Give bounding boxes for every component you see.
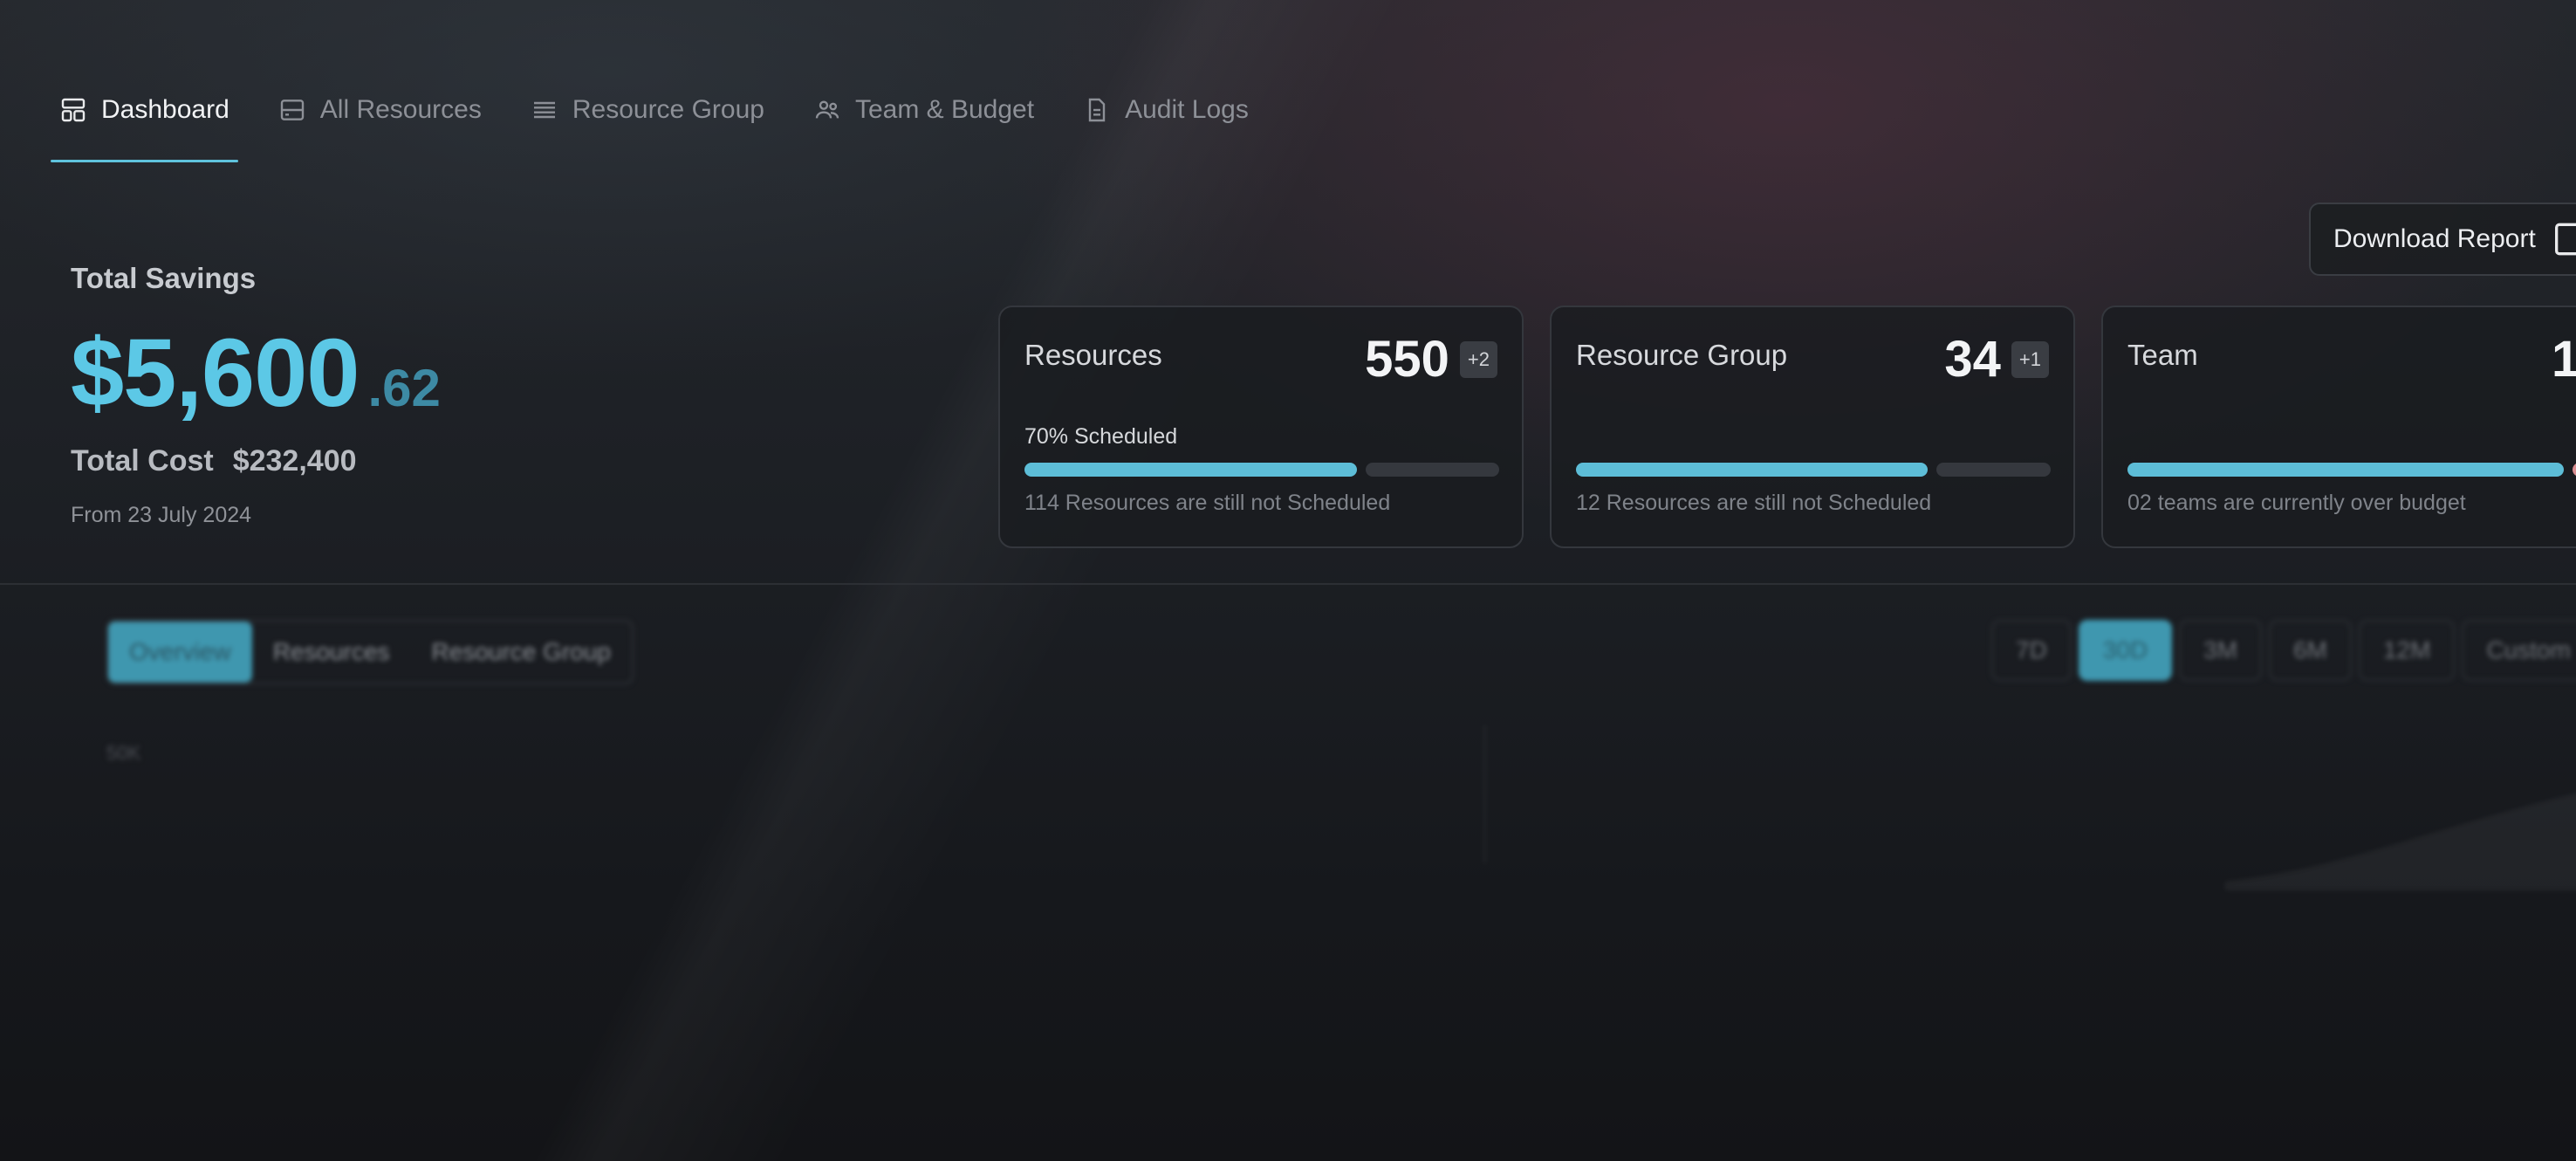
card-value: 1	[2552, 331, 2576, 388]
nav-tab-audit-logs[interactable]: Audit Logs	[1074, 75, 1257, 145]
card-value-group: 1	[2552, 330, 2576, 388]
chart-axis-label: 50K	[106, 742, 141, 764]
card-note: 02 teams are currently over budget	[2127, 491, 2466, 515]
team-card[interactable]: Team 1 02 teams are currently over budge…	[2101, 306, 2576, 548]
resources-card[interactable]: Resources 550 +2 70% Scheduled 114 Resou…	[998, 306, 1524, 548]
nav-tab-dashboard[interactable]: Dashboard	[51, 75, 238, 162]
list-icon	[533, 101, 555, 119]
card-value-group: 34 +1	[1944, 330, 2049, 388]
card-change-badge: +1	[2011, 340, 2049, 378]
card-title: Team	[2127, 339, 2198, 371]
total-savings-integer: $5,600	[71, 319, 360, 427]
resource-group-card[interactable]: Resource Group 34 +1 12 Resources are st…	[1550, 306, 2075, 548]
card-note: 114 Resources are still not Scheduled	[1024, 491, 1391, 515]
card-value: 34	[1944, 331, 2001, 388]
range-30d[interactable]: 30D	[2078, 620, 2173, 681]
date-range-label: From 23 July 2024	[71, 503, 252, 527]
users-icon	[815, 100, 839, 119]
chart-cursor-line	[1483, 725, 1486, 864]
nav-tab-team-budget[interactable]: Team & Budget	[805, 75, 1043, 145]
nav-tab-label: Resource Group	[572, 95, 764, 124]
progress-bar-track	[1366, 463, 1499, 477]
progress-bar	[1024, 463, 1499, 477]
card-change-badge: +2	[1459, 340, 1497, 378]
progress-bar	[1576, 463, 2051, 477]
card-title: Resource Group	[1576, 339, 1788, 371]
tab-resource-group[interactable]: Resource Group	[411, 622, 632, 683]
range-7d[interactable]: 7D	[1991, 620, 2072, 681]
range-6m[interactable]: 6M	[2269, 620, 2352, 681]
total-cost-row: Total Cost $232,400	[71, 444, 441, 478]
range-custom[interactable]: Custom	[2462, 620, 2576, 681]
document-icon	[2554, 223, 2576, 256]
dashboard-icon	[61, 98, 86, 122]
card-value: 550	[1365, 331, 1449, 388]
savings-summary: Total Savings $5,600 .62 Total Cost $232…	[71, 262, 441, 528]
nav-tab-resource-group[interactable]: Resource Group	[522, 75, 773, 145]
nav-tab-label: All Resources	[319, 95, 482, 124]
tab-resources[interactable]: Resources	[252, 622, 411, 683]
progress-bar	[2127, 463, 2576, 477]
view-tabs: Overview Resources Resource Group	[106, 620, 634, 684]
progress-bar-fill	[2127, 463, 2564, 477]
chart-area-curve	[2225, 793, 2576, 890]
section-divider	[0, 583, 2576, 585]
top-nav: Dashboard All Resources Resource Group T…	[51, 75, 1289, 162]
range-12m[interactable]: 12M	[2358, 620, 2456, 681]
card-value-group: 550 +2	[1365, 330, 1497, 388]
time-range-selector: 7D 30D 3M 6M 12M Custom	[1991, 620, 2576, 681]
tab-overview[interactable]: Overview	[108, 622, 252, 683]
card-subtitle: 70% Scheduled	[1024, 424, 1178, 449]
file-icon	[1088, 98, 1106, 122]
total-savings-label: Total Savings	[71, 262, 257, 294]
total-cost-label: Total Cost	[71, 444, 214, 477]
download-report-label: Download Report	[2333, 224, 2536, 253]
nav-tab-label: Audit Logs	[1125, 95, 1249, 124]
nav-tab-label: Dashboard	[101, 95, 230, 124]
total-savings-amount: $5,600 .62	[71, 318, 441, 429]
nav-tab-label: Team & Budget	[854, 95, 1035, 124]
total-cost-value: $232,400	[232, 444, 357, 477]
over-budget-bar	[2573, 463, 2576, 477]
progress-bar-fill	[1024, 463, 1357, 477]
total-savings-decimal: .62	[367, 359, 441, 417]
server-icon	[280, 100, 304, 120]
nav-tab-all-resources[interactable]: All Resources	[270, 75, 490, 145]
chart-section: Overview Resources Resource Group 7D 30D…	[0, 594, 2576, 1161]
progress-bar-fill	[1576, 463, 1928, 477]
card-title: Resources	[1024, 339, 1162, 371]
card-note: 12 Resources are still not Scheduled	[1576, 491, 1932, 515]
download-report-button[interactable]: Download Report	[2309, 203, 2576, 276]
progress-bar-track	[1936, 463, 2051, 477]
range-3m[interactable]: 3M	[2179, 620, 2263, 681]
